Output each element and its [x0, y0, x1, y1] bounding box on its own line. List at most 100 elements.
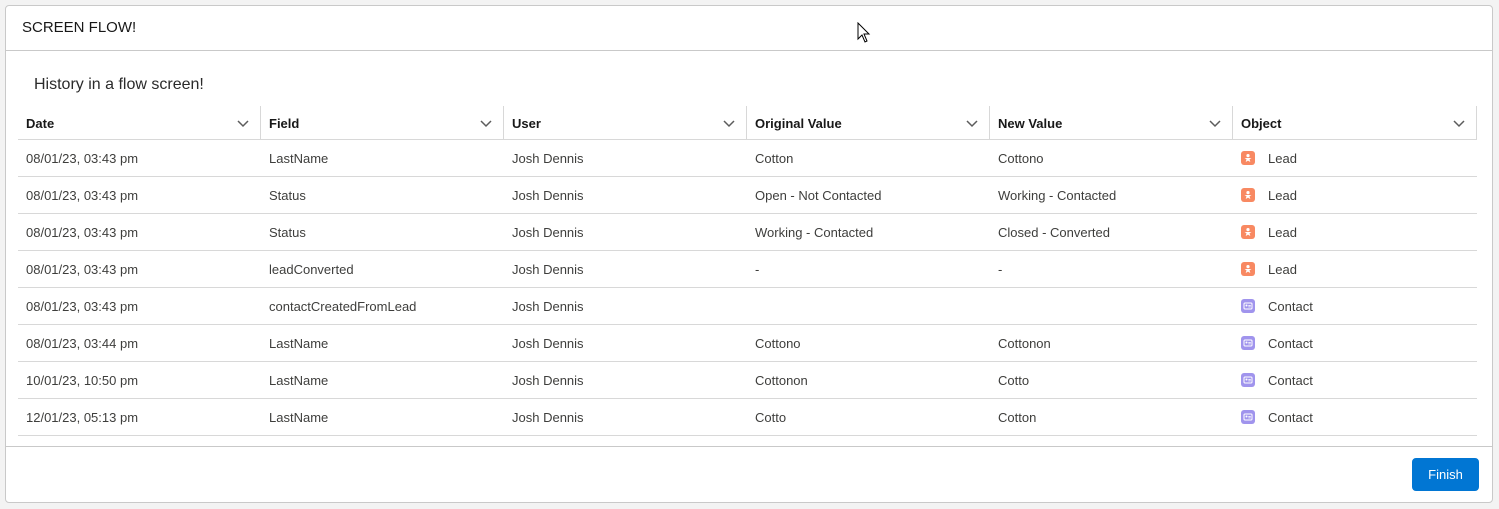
cell-original-value: Open - Not Contacted — [755, 187, 882, 203]
flow-screen-card: SCREEN FLOW! History in a flow screen! D… — [5, 5, 1493, 503]
column-header-label: Field — [269, 115, 300, 131]
cell-user: Josh Dennis — [512, 187, 584, 203]
cell-original-value: Cotton — [755, 150, 794, 166]
history-table: Date Field User Original Value New Value… — [18, 106, 1477, 436]
cell-object: Lead — [1233, 214, 1477, 250]
table-row: 08/01/23, 03:44 pm LastName Josh Dennis Cot… — [18, 325, 1477, 362]
object-label: Lead — [1268, 187, 1297, 203]
column-header-label: Original Value — [755, 115, 842, 131]
object-label: Lead — [1268, 150, 1297, 166]
cell-object: Contact — [1233, 362, 1477, 398]
footer-divider — [6, 446, 1492, 447]
chevron-down-icon[interactable] — [722, 116, 736, 130]
chevron-down-icon[interactable] — [1208, 116, 1222, 130]
cell-new-value: - — [998, 261, 1003, 277]
cell-original-value: Cotto — [755, 409, 787, 425]
cell-object: Lead — [1233, 140, 1477, 176]
object-label: Lead — [1268, 261, 1297, 277]
cell-original-value: Working - Contacted — [755, 224, 874, 240]
chevron-down-icon[interactable] — [236, 116, 250, 130]
object-label: Contact — [1268, 372, 1313, 388]
table-row: 08/01/23, 03:43 pm LastName Josh Dennis Cot… — [18, 140, 1477, 177]
finish-button[interactable]: Finish — [1412, 458, 1479, 491]
cell-object: Contact — [1233, 288, 1477, 324]
cell-field: Status — [269, 224, 306, 240]
object-label: Contact — [1268, 298, 1313, 314]
cell-user: Josh Dennis — [512, 224, 584, 240]
cell-new-value — [990, 288, 1233, 324]
table-row: 08/01/23, 03:43 pm Status Josh Dennis Worki… — [18, 214, 1477, 251]
cell-new-value: Cottonon — [998, 335, 1051, 351]
cell-field: LastName — [269, 372, 329, 388]
column-header-object[interactable]: Object — [1233, 106, 1477, 140]
table-body: 08/01/23, 03:43 pm LastName Josh Dennis Cot… — [18, 140, 1477, 436]
cell-user: Josh Dennis — [512, 372, 584, 388]
chevron-down-icon[interactable] — [1452, 116, 1466, 130]
cell-new-value: Cottono — [998, 150, 1044, 166]
cell-new-value: Closed - Converted — [998, 224, 1110, 240]
cell-date: 08/01/23, 03:43 pm — [26, 224, 139, 240]
chevron-down-icon[interactable] — [479, 116, 493, 130]
cell-original-value: Cottonon — [755, 372, 808, 388]
column-header-label: Date — [26, 115, 55, 131]
column-header-user[interactable]: User — [504, 106, 747, 140]
section-subtitle: History in a flow screen! — [34, 76, 204, 93]
cell-user: Josh Dennis — [512, 261, 584, 277]
lead-icon — [1241, 151, 1255, 165]
cell-user: Josh Dennis — [512, 298, 584, 314]
cell-user: Josh Dennis — [512, 150, 584, 166]
cell-object: Contact — [1233, 325, 1477, 361]
table-header-row: Date Field User Original Value New Value… — [18, 106, 1477, 140]
card-header: SCREEN FLOW! — [6, 6, 1492, 51]
contact-icon — [1241, 336, 1255, 350]
column-header-original-value[interactable]: Original Value — [747, 106, 990, 140]
table-row: 08/01/23, 03:43 pm Status Josh Dennis Open … — [18, 177, 1477, 214]
cell-field: Status — [269, 187, 306, 203]
object-label: Lead — [1268, 224, 1297, 240]
cell-new-value: Working - Contacted — [998, 187, 1117, 203]
cell-user: Josh Dennis — [512, 409, 584, 425]
column-header-field[interactable]: Field — [261, 106, 504, 140]
cell-date: 10/01/23, 10:50 pm — [26, 372, 139, 388]
lead-icon — [1241, 225, 1255, 239]
cell-field: leadConverted — [269, 261, 354, 277]
column-header-new-value[interactable]: New Value — [990, 106, 1233, 140]
table-row: 08/01/23, 03:43 pm contactCreatedFromLead… — [18, 288, 1477, 325]
cell-field: contactCreatedFromLead — [269, 298, 417, 314]
mouse-pointer-icon — [857, 22, 871, 44]
column-header-label: New Value — [998, 115, 1063, 131]
cell-new-value: Cotton — [998, 409, 1037, 425]
cell-object: Lead — [1233, 251, 1477, 287]
cell-original-value — [747, 288, 990, 324]
contact-icon — [1241, 373, 1255, 387]
contact-icon — [1241, 299, 1255, 313]
lead-icon — [1241, 262, 1255, 276]
cell-field: LastName — [269, 150, 329, 166]
cell-field: LastName — [269, 335, 329, 351]
cell-new-value: Cotto — [998, 372, 1030, 388]
table-row: 08/01/23, 03:43 pm leadConverted Josh Denn… — [18, 251, 1477, 288]
contact-icon — [1241, 410, 1255, 424]
cell-date: 08/01/23, 03:43 pm — [26, 298, 139, 314]
chevron-down-icon[interactable] — [965, 116, 979, 130]
cell-date: 08/01/23, 03:43 pm — [26, 187, 139, 203]
cell-field: LastName — [269, 409, 329, 425]
table-row: 10/01/23, 10:50 pm LastName Josh Dennis Cot… — [18, 362, 1477, 399]
table-row: 12/01/23, 05:13 pm LastName Josh Dennis Cot… — [18, 399, 1477, 436]
column-header-label: User — [512, 115, 541, 131]
column-header-date[interactable]: Date — [18, 106, 261, 140]
cell-original-value: - — [755, 261, 760, 277]
object-label: Contact — [1268, 409, 1313, 425]
page-title: SCREEN FLOW! — [22, 19, 137, 36]
object-label: Contact — [1268, 335, 1313, 351]
cell-date: 12/01/23, 05:13 pm — [26, 409, 139, 425]
lead-icon — [1241, 188, 1255, 202]
cell-date: 08/01/23, 03:43 pm — [26, 150, 139, 166]
cell-date: 08/01/23, 03:43 pm — [26, 261, 139, 277]
cell-user: Josh Dennis — [512, 335, 584, 351]
cell-object: Lead — [1233, 177, 1477, 213]
cell-original-value: Cottono — [755, 335, 801, 351]
column-header-label: Object — [1241, 115, 1282, 131]
cell-date: 08/01/23, 03:44 pm — [26, 335, 139, 351]
cell-object: Contact — [1233, 399, 1477, 435]
